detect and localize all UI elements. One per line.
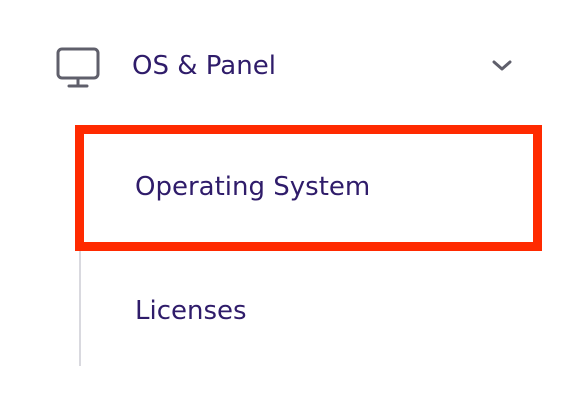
submenu-divider-line — [79, 250, 81, 366]
menu-section-label: OS & Panel — [132, 51, 276, 81]
submenu-item-label: Operating System — [135, 172, 371, 202]
monitor-icon — [56, 47, 100, 88]
submenu-item-operating-system[interactable]: Operating System — [82, 152, 542, 224]
chevron-down-icon[interactable] — [490, 58, 514, 74]
submenu-item-licenses[interactable]: Licenses — [82, 276, 542, 348]
menu-section-os-panel[interactable]: OS & Panel — [0, 30, 564, 102]
submenu-item-label: Licenses — [135, 296, 247, 326]
